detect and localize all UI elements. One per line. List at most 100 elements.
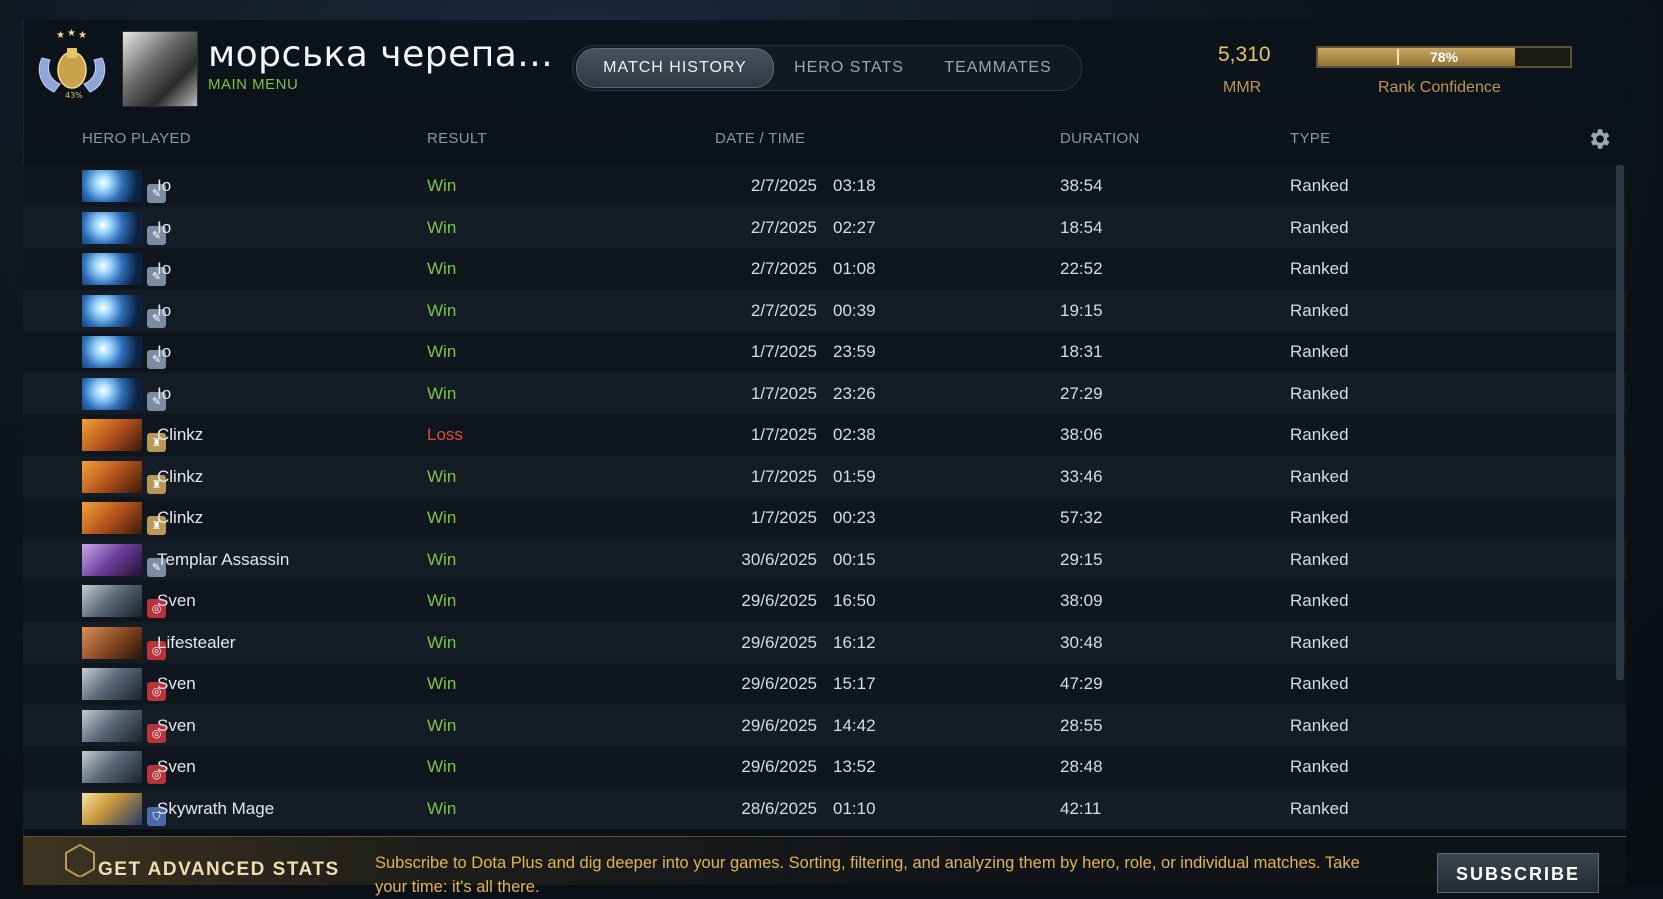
match-type: Ranked: [1290, 591, 1349, 610]
hero-name: Clinkz: [157, 508, 204, 527]
match-result: Win: [427, 591, 457, 610]
match-row[interactable]: ✎ Io Win 2/7/2025 01:08 22:52 Ranked: [23, 248, 1626, 290]
hero-portrait-icon: [82, 585, 142, 617]
hero-portrait-icon: [82, 253, 142, 285]
column-header-duration[interactable]: DURATION: [1060, 130, 1140, 147]
match-row[interactable]: ✎ Io Win 2/7/2025 02:27 18:54 Ranked: [23, 206, 1626, 248]
rank-confidence-bar: 78%: [1316, 46, 1572, 68]
hero-name: Io: [157, 217, 172, 237]
match-row[interactable]: ♜ Clinkz Loss 1/7/2025 02:38 38:06 Ranked: [23, 414, 1626, 456]
match-row[interactable]: ✎ Templar Assassin Win 30/6/2025 00:15 29:15 R…: [23, 538, 1626, 580]
match-row[interactable]: ✎ Io Win 2/7/2025 03:18 38:54 Ranked: [23, 165, 1626, 207]
match-row[interactable]: ⛉ Skywrath Mage Win 28/6/2025 01:10 42:11 Rank…: [23, 787, 1626, 829]
avatar[interactable]: [122, 31, 198, 107]
match-duration: 18:31: [1060, 342, 1103, 361]
match-time: 14:42: [833, 715, 876, 735]
match-result: Win: [427, 798, 457, 818]
match-row[interactable]: ◎ Sven Win 29/6/2025 13:52 28:48 Ranked: [23, 746, 1626, 788]
tab-hero-stats[interactable]: HERO STATS: [779, 49, 919, 87]
match-time: 00:39: [833, 300, 876, 320]
match-duration: 28:55: [1060, 715, 1103, 735]
match-date: 1/7/2025: [750, 342, 817, 361]
match-row[interactable]: ◎ Sven Win 29/6/2025 15:17 47:29 Ranked: [23, 663, 1626, 705]
svg-text:★: ★: [56, 30, 65, 41]
tab-bar: MATCH HISTORY HERO STATS TEAMMATES: [572, 45, 1082, 91]
match-time: 03:18: [833, 176, 876, 195]
rank-medal-icon: ★ ★ ★ 43%: [38, 28, 106, 100]
advanced-stats-banner: GET ADVANCED STATS Subscribe to Dota Plu…: [23, 836, 1626, 896]
hero-portrait-icon: [82, 709, 142, 742]
match-type: Ranked: [1290, 300, 1349, 320]
hero-name: Sven: [157, 591, 196, 610]
hero-portrait-icon: [82, 377, 142, 410]
match-duration: 27:29: [1060, 383, 1103, 403]
match-date: 1/7/2025: [750, 425, 817, 444]
gear-icon[interactable]: [1586, 126, 1612, 152]
match-type: Ranked: [1290, 217, 1349, 237]
match-result: Win: [427, 342, 457, 361]
column-header-datetime[interactable]: DATE / TIME: [715, 130, 805, 147]
rank-confidence-value: 78%: [1429, 49, 1459, 65]
column-header-type[interactable]: TYPE: [1290, 130, 1330, 147]
match-date: 2/7/2025: [750, 217, 817, 237]
hero-portrait-icon: [82, 419, 142, 451]
match-row[interactable]: ◎ Sven Win 29/6/2025 16:50 38:09 Ranked: [23, 580, 1626, 622]
match-result: Win: [427, 549, 457, 569]
hero-name: Skywrath Mage: [157, 798, 275, 818]
hero-portrait-icon: [82, 336, 142, 368]
hero-name: Io: [157, 383, 172, 403]
match-duration: 47:29: [1060, 674, 1103, 693]
match-duration: 38:09: [1060, 591, 1103, 610]
column-header-result[interactable]: RESULT: [427, 130, 487, 147]
match-type: Ranked: [1290, 549, 1349, 569]
hero-name: Clinkz: [157, 466, 204, 486]
match-type: Ranked: [1290, 508, 1349, 527]
advanced-stats-title: GET ADVANCED STATS: [98, 859, 340, 880]
match-row[interactable]: ◎ Lifestealer Win 29/6/2025 16:12 30:48 Ranked: [23, 621, 1626, 663]
match-duration: 30:48: [1060, 632, 1103, 652]
match-date: 29/6/2025: [741, 674, 817, 693]
tab-match-history[interactable]: MATCH HISTORY: [576, 48, 774, 88]
match-date: 2/7/2025: [750, 300, 817, 320]
match-time: 23:26: [833, 383, 876, 403]
scrollbar[interactable]: [1616, 165, 1624, 680]
match-date: 1/7/2025: [750, 466, 817, 486]
match-type: Ranked: [1290, 383, 1349, 403]
hero-portrait-icon: [82, 543, 142, 576]
match-result: Win: [427, 300, 457, 320]
match-date: 29/6/2025: [741, 757, 817, 776]
match-date: 2/7/2025: [750, 176, 817, 195]
match-row[interactable]: ◎ Sven Win 29/6/2025 14:42 28:55 Ranked: [23, 704, 1626, 746]
match-row[interactable]: ♜ Clinkz Win 1/7/2025 01:59 33:46 Ranked: [23, 455, 1626, 497]
hero-name: Io: [157, 300, 172, 320]
match-type: Ranked: [1290, 342, 1349, 361]
match-row[interactable]: ✎ Io Win 1/7/2025 23:59 18:31 Ranked: [23, 331, 1626, 373]
main-menu-link[interactable]: MAIN MENU: [208, 76, 298, 93]
match-row[interactable]: ✎ Io Win 1/7/2025 23:26 27:29 Ranked: [23, 372, 1626, 414]
match-type: Ranked: [1290, 466, 1349, 486]
match-time: 16:12: [833, 632, 876, 652]
hero-name: Lifestealer: [157, 632, 236, 652]
match-type: Ranked: [1290, 259, 1349, 278]
tab-teammates[interactable]: TEAMMATES: [923, 49, 1073, 87]
column-header-hero[interactable]: HERO PLAYED: [82, 130, 191, 147]
player-name[interactable]: морська черепа...: [208, 34, 553, 75]
match-type: Ranked: [1290, 715, 1349, 735]
match-duration: 42:11: [1060, 798, 1102, 818]
hero-name: Io: [157, 342, 172, 361]
hero-portrait-icon: [82, 294, 142, 327]
rank-confidence-label: Rank Confidence: [1378, 79, 1501, 96]
match-row[interactable]: ♜ Clinkz Win 1/7/2025 00:23 57:32 Ranked: [23, 497, 1626, 539]
match-row[interactable]: ✎ Io Win 2/7/2025 00:39 19:15 Ranked: [23, 289, 1626, 331]
match-result: Win: [427, 757, 457, 776]
match-date: 1/7/2025: [750, 383, 817, 403]
match-duration: 38:06: [1060, 425, 1103, 444]
subscribe-button[interactable]: SUBSCRIBE: [1437, 853, 1599, 893]
match-time: 01:59: [833, 466, 876, 486]
match-date: 29/6/2025: [741, 591, 817, 610]
match-duration: 28:48: [1060, 757, 1103, 776]
match-time: 02:27: [833, 217, 876, 237]
match-date: 2/7/2025: [750, 259, 817, 278]
match-duration: 19:15: [1060, 300, 1103, 320]
hero-name: Templar Assassin: [157, 549, 290, 569]
